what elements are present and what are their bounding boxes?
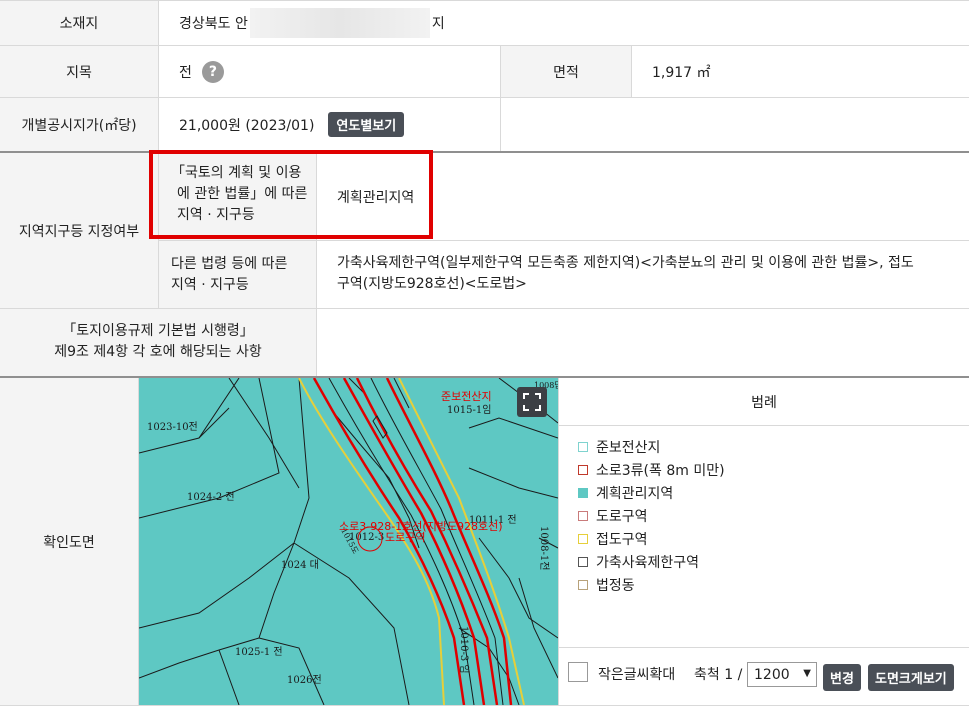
fullscreen-icon[interactable]: [517, 387, 547, 417]
official-price-header: 개별공시지가(㎡당): [0, 98, 158, 151]
highlight-box: [149, 150, 433, 239]
land-category-value: 전 ?: [159, 46, 499, 97]
parcel-label-1024-2: 1024-2 전: [187, 491, 235, 503]
change-scale-button[interactable]: 변경: [823, 664, 861, 691]
legend-swatch: [578, 487, 588, 498]
yearly-view-button[interactable]: 연도별보기: [328, 112, 405, 137]
location-text-prefix: 경상북도 안: [179, 16, 248, 32]
enlarge-text-label: 작은글씨확대: [598, 667, 676, 683]
official-price-value: 21,000원 (2023/01) 연도별보기: [159, 98, 499, 151]
area-value: 1,917 ㎡: [632, 46, 969, 97]
legend-swatch: [578, 556, 588, 567]
legend-label: 법정동: [596, 577, 635, 594]
enforcement-label-line1: 「토지이용규제 기본법 시행령」: [62, 323, 254, 339]
legend-item: 접도구역: [578, 527, 958, 550]
location-text-suffix: 지: [431, 16, 445, 32]
legend-item: 소로3류(폭 8m 미만): [578, 458, 958, 481]
parcel-map[interactable]: 1023-10전 1024-2 전 1024 대 1025-1 전 1026전 …: [139, 378, 558, 705]
enlarge-text-checkbox[interactable]: [568, 662, 588, 682]
chevron-down-icon: ▼: [803, 668, 811, 679]
parcel-label-1008: 1008-1전: [538, 526, 550, 570]
scale-label: 축척 1 /: [694, 667, 743, 683]
other-law-text-line1: 가축사육제한구역(일부제한구역 모든축종 제한지역)<가축분뇨의 관리 및 이용…: [337, 255, 914, 271]
location-header: 소재지: [0, 1, 158, 45]
legend-item: 준보전산지: [578, 435, 958, 458]
legend-swatch: [578, 441, 588, 452]
parcel-label-1023: 1023-10전: [147, 421, 198, 433]
legend-label: 접도구역: [596, 531, 648, 548]
scale-value: 1200: [754, 666, 790, 683]
legend-item: 계획관리지역: [578, 481, 958, 504]
other-law-label-line1: 다른 법령 등에 따른: [171, 256, 288, 272]
area-header: 면적: [501, 46, 631, 97]
legend-title: 범례: [751, 394, 777, 411]
official-price-label: 개별공시지가(㎡당): [21, 117, 137, 134]
road-zone-label: 도로구역: [385, 531, 425, 544]
other-law-value: 가축사육제한구역(일부제한구역 모든축종 제한지역)<가축분뇨의 관리 및 이용…: [317, 241, 969, 308]
map-label: 확인도면: [43, 534, 95, 551]
official-price-text: 21,000원 (2023/01): [179, 117, 315, 134]
parcel-label-1010: 1010-3 임: [458, 626, 471, 674]
fullscreen-glyph: [523, 393, 541, 411]
parcel-label-1024: 1024 대: [281, 559, 319, 571]
land-category-header: 지목: [0, 46, 158, 97]
other-law-header: 다른 법령 등에 따른 지역 · 지구등: [159, 241, 316, 308]
legend-header: 범례: [559, 378, 969, 426]
parcel-label-1015: 1015-1임: [447, 403, 491, 416]
land-category-label: 지목: [66, 64, 92, 81]
location-label: 소재지: [59, 16, 99, 32]
enforcement-label-line2: 제9조 제4항 각 호에 해당되는 사항: [54, 344, 262, 360]
legend-list: 준보전산지소로3류(폭 8m 미만) 계획관리지역도로구역접도구역가축사육제한구역…: [578, 435, 958, 605]
other-law-text-line2: 구역(지방도928호선)<도로법>: [337, 276, 527, 292]
redacted-address: [249, 8, 430, 38]
zoning-label: 지역지구등 지정여부: [18, 223, 140, 240]
legend-item: 법정동: [578, 573, 958, 596]
legend-swatch: [578, 533, 588, 544]
zoning-header: 지역지구등 지정여부: [0, 153, 158, 308]
enforcement-header: 「토지이용규제 기본법 시행령」 제9조 제4항 각 호에 해당되는 사항: [0, 309, 316, 376]
legend-swatch: [578, 510, 588, 521]
big-map-button[interactable]: 도면크게보기: [868, 664, 954, 691]
area-label: 면적: [553, 64, 579, 81]
legend-label: 가축사육제한구역: [596, 554, 700, 571]
legend-swatch: [578, 579, 588, 590]
legend-swatch: [578, 464, 588, 475]
other-law-label-line2: 지역 · 지구등: [171, 277, 249, 293]
area-text: 1,917 ㎡: [652, 64, 711, 81]
legend-label: 소로3류(폭 8m 미만): [596, 462, 725, 479]
legend-label: 계획관리지역: [596, 485, 674, 502]
map-header: 확인도면: [0, 378, 138, 705]
parcel-label-1026: 1026전: [287, 674, 322, 686]
forest-zone-label: 준보전산지: [441, 390, 492, 403]
legend-label: 준보전산지: [596, 439, 661, 456]
parcel-label-1025: 1025-1 전: [235, 646, 283, 658]
scale-select[interactable]: 1200 ▼: [747, 662, 817, 687]
legend-item: 도로구역: [578, 504, 958, 527]
legend-label: 도로구역: [596, 508, 648, 525]
land-category-text: 전: [179, 64, 192, 81]
legend-item: 가축사육제한구역: [578, 550, 958, 573]
help-icon[interactable]: ?: [201, 60, 224, 83]
location-value: 경상북도 안 지: [159, 1, 969, 45]
map-drawing: 1023-10전 1024-2 전 1024 대 1025-1 전 1026전 …: [139, 378, 558, 705]
